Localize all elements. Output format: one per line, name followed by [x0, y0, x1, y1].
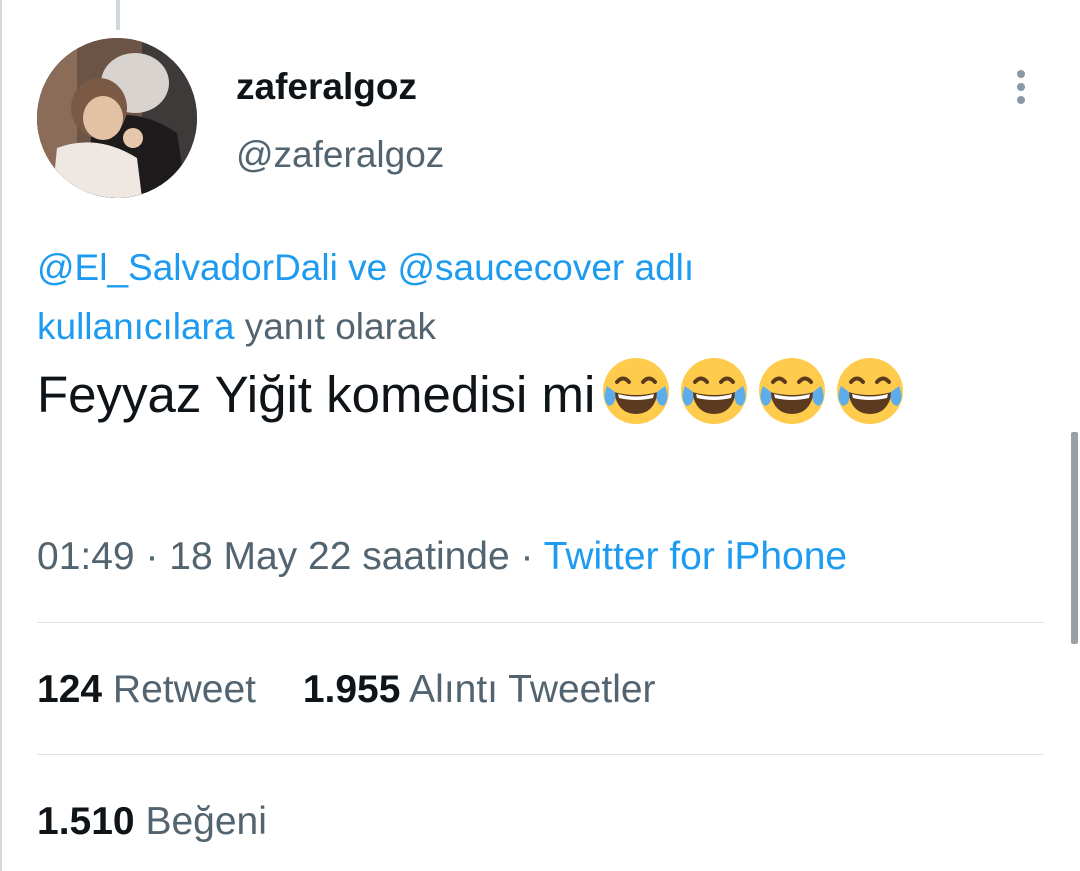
divider [37, 622, 1044, 623]
scrollbar-thumb[interactable] [1071, 432, 1078, 644]
retweet-label: Retweet [112, 668, 256, 711]
avatar-photo [37, 38, 197, 198]
tears-of-joy-emoji-icon [677, 354, 751, 428]
emoji-group [595, 358, 907, 424]
mention-conjunction: ve [337, 247, 398, 288]
more-options-button[interactable] [1002, 62, 1040, 112]
more-dot [1017, 96, 1025, 104]
tears-of-joy-emoji-icon [833, 354, 907, 428]
engagement-stats-row: 124 Retweet 1.955 Alıntı Tweetler [37, 668, 692, 712]
tears-of-joy-emoji-icon [599, 354, 673, 428]
quote-tweets-stat[interactable]: 1.955 Alıntı Tweetler [303, 668, 656, 712]
meta-separator: · [134, 535, 170, 578]
display-name[interactable]: zaferalgoz [236, 66, 417, 108]
tears-of-joy-emoji-icon [755, 354, 829, 428]
like-label: Beğeni [145, 800, 267, 843]
retweets-stat[interactable]: 124 Retweet [37, 668, 256, 712]
meta-separator: · [509, 535, 544, 578]
tweet-text: Feyyaz Yiğit komedisi mi [37, 354, 1047, 435]
likes-stats-row: 1.510 Beğeni [37, 800, 303, 844]
user-handle[interactable]: @zaferalgoz [236, 134, 444, 176]
tweet-source-link[interactable]: Twitter for iPhone [544, 535, 847, 578]
reply-suffix: yanıt olarak [234, 306, 436, 347]
avatar[interactable] [37, 38, 197, 198]
more-dot [1017, 83, 1025, 91]
reply-context: @El_SalvadorDali ve @saucecover adlı kul… [37, 238, 867, 356]
tweet-body: Feyyaz Yiğit komedisi mi [37, 366, 596, 423]
retweet-count: 124 [37, 668, 103, 711]
divider [37, 754, 1044, 755]
tweet-metadata: 01:49 · 18 May 22 saatinde · Twitter for… [37, 535, 847, 579]
tweet-time[interactable]: 01:49 [37, 535, 135, 578]
quote-label: Alıntı Tweetler [409, 668, 656, 711]
more-dots-icon [1017, 70, 1025, 78]
tweet-date[interactable]: 18 May 22 saatinde [169, 535, 509, 578]
quote-count: 1.955 [302, 668, 401, 711]
frame-left-border [0, 0, 2, 871]
like-count: 1.510 [37, 800, 135, 843]
mention-link[interactable]: @El_SalvadorDali [37, 247, 338, 288]
mention-link[interactable]: @saucecover [397, 247, 624, 288]
thread-connector-line [116, 0, 120, 30]
likes-stat[interactable]: 1.510 Beğeni [37, 800, 267, 844]
